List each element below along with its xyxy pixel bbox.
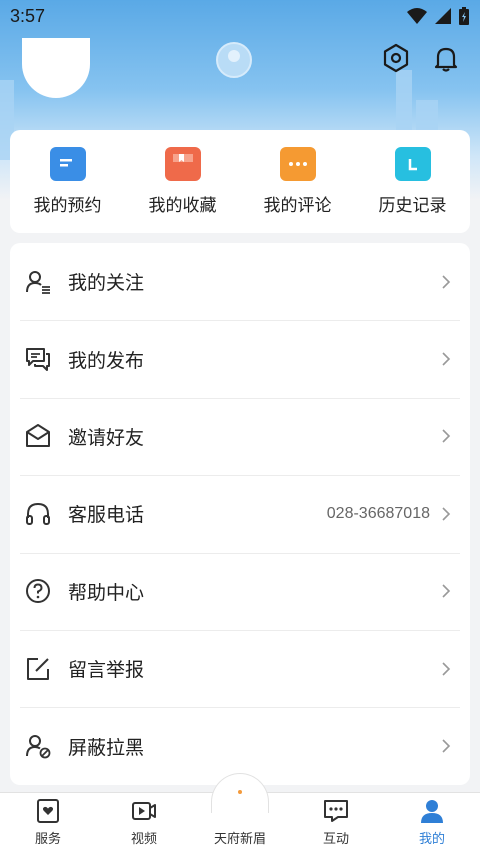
nav-tab-interact[interactable]: 互动: [288, 798, 384, 847]
nav-label: 互动: [322, 832, 349, 847]
chat-dots-icon: [324, 800, 348, 822]
shortcut-label: 我的收藏: [148, 196, 217, 216]
profile-icon: [421, 800, 443, 823]
menu-label: 帮助中心: [68, 581, 145, 604]
envelope-icon: [26, 424, 50, 448]
shortcut-label: 我的预约: [33, 196, 102, 216]
follow-user-icon: [26, 270, 50, 294]
status-bar: 3:57: [0, 0, 480, 32]
service-heart-icon: [37, 799, 59, 823]
shortcut-my-reservations[interactable]: 我的预约: [18, 147, 118, 216]
user-avatar[interactable]: [22, 38, 90, 98]
menu-item-my-follows[interactable]: 我的关注: [10, 243, 470, 320]
chat-bubbles-icon: [26, 348, 50, 372]
chevron-right-icon: [442, 507, 451, 521]
nav-tab-mine[interactable]: 我的: [384, 798, 480, 847]
signal-icon: [435, 8, 451, 24]
bell-icon[interactable]: [430, 42, 462, 74]
menu-label: 我的发布: [68, 349, 145, 372]
nav-tab-video[interactable]: 视频: [96, 798, 192, 847]
chevron-right-icon: [442, 429, 451, 444]
shortcut-my-favorites[interactable]: 我的收藏: [133, 147, 233, 216]
battery-icon: [459, 7, 469, 25]
chevron-right-icon: [442, 584, 451, 598]
nav-label: 视频: [130, 832, 157, 847]
chevron-right-icon: [442, 352, 451, 366]
comment-icon: [279, 147, 316, 181]
nav-tab-service[interactable]: 服务: [0, 798, 96, 847]
header-avatar-icon: [216, 42, 252, 78]
menu-label: 屏蔽拉黑: [68, 736, 145, 759]
menu-item-my-posts[interactable]: 我的发布: [10, 320, 470, 397]
nav-label: 天府新眉: [213, 832, 266, 847]
phone-number: 028-36687018: [326, 504, 430, 522]
menu-label: 留言举报: [68, 659, 145, 682]
question-circle-icon: [26, 579, 50, 604]
headphones-icon: [26, 502, 50, 525]
wifi-icon: [407, 8, 427, 24]
video-icon: [132, 802, 156, 820]
history-icon: [394, 147, 431, 181]
settings-menu: 我的关注 我的发布 邀请好友 客服电话 028-36687018 帮助中心 留言…: [10, 243, 470, 785]
calendar-icon: [49, 147, 86, 181]
settings-icon[interactable]: [380, 42, 412, 74]
chevron-right-icon: [442, 739, 451, 753]
nav-label: 我的: [418, 832, 445, 847]
shortcut-label: 历史记录: [378, 196, 447, 216]
bookmark-icon: [164, 147, 201, 181]
shortcut-my-comments[interactable]: 我的评论: [248, 147, 348, 216]
menu-item-customer-service[interactable]: 客服电话 028-36687018: [10, 475, 470, 552]
menu-item-invite-friends[interactable]: 邀请好友: [10, 397, 470, 475]
shortcut-label: 我的评论: [263, 196, 332, 216]
nav-label: 服务: [34, 832, 61, 847]
block-user-icon: [26, 735, 51, 759]
edit-icon: [27, 657, 49, 680]
shortcut-card: 我的预约 我的收藏 我的评论 历史记录: [10, 130, 470, 233]
menu-label: 我的关注: [68, 272, 145, 295]
menu-label: 邀请好友: [68, 426, 145, 449]
menu-item-feedback-report[interactable]: 留言举报: [10, 629, 470, 707]
menu-item-help-center[interactable]: 帮助中心: [10, 552, 470, 630]
chevron-right-icon: [442, 662, 451, 676]
chevron-right-icon: [442, 275, 451, 289]
status-time: 3:57: [10, 5, 46, 26]
shortcut-history[interactable]: 历史记录: [363, 147, 463, 216]
menu-label: 客服电话: [68, 504, 145, 527]
